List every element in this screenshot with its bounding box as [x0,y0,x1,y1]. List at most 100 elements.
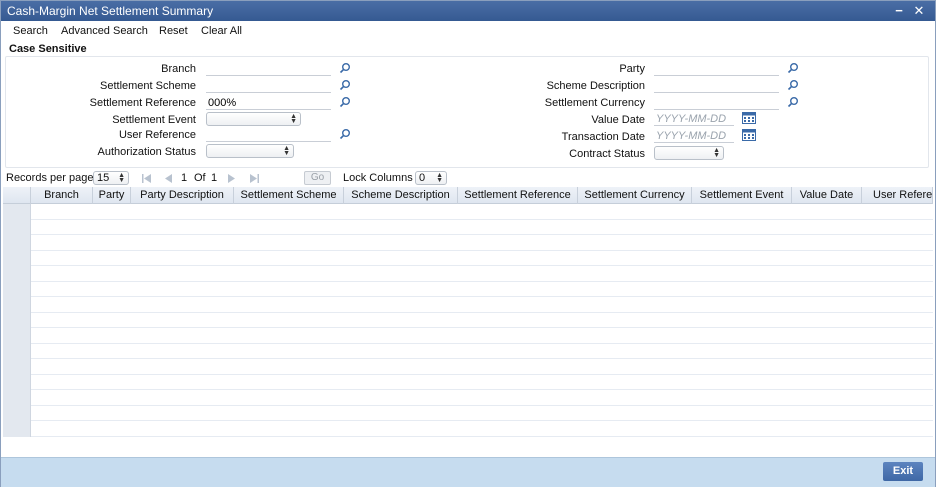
case-sensitive-heading: Case Sensitive [9,43,87,55]
table-row[interactable] [3,359,933,375]
exit-button[interactable]: Exit [883,462,923,481]
table-row[interactable] [3,405,933,421]
title-bar: Cash-Margin Net Settlement Summary − ✕ [1,1,935,21]
table-row[interactable] [3,421,933,437]
action-menu: Search Advanced Search Reset Clear All [1,22,935,40]
user-reference-field[interactable] [206,128,331,142]
settlement-scheme-field[interactable] [206,79,331,93]
table-row[interactable] [3,297,933,313]
go-button[interactable]: Go [304,171,331,185]
first-page-icon[interactable] [142,174,151,183]
column-header-settlement-reference[interactable]: Settlement Reference [458,187,578,204]
column-header-scheme-description[interactable]: Scheme Description [344,187,458,204]
column-header-branch[interactable]: Branch [31,187,93,204]
branch-field[interactable] [206,62,331,76]
transaction-date-field[interactable] [654,129,734,143]
table-row[interactable] [3,343,933,359]
row-selector[interactable] [3,359,31,375]
row-selector[interactable] [3,374,31,390]
records-per-page-label: Records per page [6,172,94,184]
value-date-field[interactable] [654,112,734,126]
row-selector[interactable] [3,312,31,328]
contract-status-select[interactable]: ▲ ▼ [654,146,724,160]
column-header-user-reference[interactable]: User Refere [862,187,933,204]
select-all-header[interactable] [3,187,31,204]
last-page-icon[interactable] [250,174,259,183]
transaction-date-label: Transaction Date [561,131,645,143]
lock-columns-select[interactable]: 0 ▲ ▼ [415,171,447,185]
column-header-value-date[interactable]: Value Date [792,187,862,204]
settlement-event-select[interactable]: ▲ ▼ [206,112,301,126]
table-row[interactable] [3,266,933,282]
search-menu-item[interactable]: Search [13,22,48,40]
records-per-page-value: 15 [97,172,110,184]
authorization-status-label: Authorization Status [97,146,196,158]
table-row[interactable] [3,328,933,344]
value-date-label: Value Date [591,114,645,126]
results-grid: Branch Party Party Description Settlemen… [3,187,933,437]
scheme-description-field[interactable] [654,79,779,93]
table-row[interactable] [3,281,933,297]
row-selector[interactable] [3,281,31,297]
column-header-settlement-event[interactable]: Settlement Event [692,187,792,204]
close-button[interactable]: ✕ [911,1,927,21]
settlement-reference-search-icon[interactable] [339,96,351,108]
previous-page-icon[interactable] [164,174,172,183]
records-per-page-select[interactable]: 15 ▲ ▼ [93,171,129,185]
table-row[interactable] [3,312,933,328]
table-row[interactable] [3,374,933,390]
column-header-settlement-currency[interactable]: Settlement Currency [578,187,692,204]
current-page-number: 1 [181,172,188,184]
user-reference-search-icon[interactable] [339,128,351,140]
settlement-reference-label: Settlement Reference [89,97,196,109]
settlement-currency-search-icon[interactable] [787,96,799,108]
select-arrows-icon: ▲ ▼ [290,113,297,125]
advanced-search-menu-item[interactable]: Advanced Search [61,22,148,40]
column-header-party-description[interactable]: Party Description [131,187,234,204]
minimize-button[interactable]: − [891,1,907,21]
party-field[interactable] [654,62,779,76]
of-label: Of [194,172,206,184]
settlement-currency-field[interactable] [654,96,779,110]
window-title: Cash-Margin Net Settlement Summary [7,4,214,18]
column-header-party[interactable]: Party [93,187,131,204]
value-date-calendar-icon[interactable] [742,112,756,124]
row-selector[interactable] [3,297,31,313]
scheme-description-search-icon[interactable] [787,79,799,91]
row-selector[interactable] [3,405,31,421]
table-row[interactable] [3,235,933,251]
row-selector[interactable] [3,219,31,235]
table-row[interactable] [3,390,933,406]
table-row[interactable] [3,204,933,220]
grid-header: Branch Party Party Description Settlemen… [3,187,933,204]
table-row[interactable] [3,250,933,266]
select-arrows-icon: ▲ ▼ [118,172,125,184]
settlement-scheme-search-icon[interactable] [339,79,351,91]
user-reference-label: User Reference [118,129,196,141]
transaction-date-calendar-icon[interactable] [742,129,756,141]
row-selector[interactable] [3,343,31,359]
row-selector[interactable] [3,421,31,437]
row-selector[interactable] [3,250,31,266]
settlement-reference-field[interactable] [206,96,331,110]
row-selector[interactable] [3,390,31,406]
row-selector[interactable] [3,204,31,220]
lock-columns-value: 0 [419,172,426,184]
row-selector[interactable] [3,266,31,282]
party-search-icon[interactable] [787,62,799,74]
summary-window: Cash-Margin Net Settlement Summary − ✕ S… [0,0,936,487]
table-row[interactable] [3,219,933,235]
clear-all-menu-item[interactable]: Clear All [201,22,242,40]
reset-menu-item[interactable]: Reset [159,22,188,40]
row-selector[interactable] [3,328,31,344]
row-selector[interactable] [3,235,31,251]
branch-search-icon[interactable] [339,62,351,74]
column-header-settlement-scheme[interactable]: Settlement Scheme [234,187,344,204]
select-arrows-icon: ▲ ▼ [436,172,443,184]
next-page-icon[interactable] [228,174,236,183]
select-arrows-icon: ▲ ▼ [283,145,290,157]
contract-status-label: Contract Status [569,148,645,160]
authorization-status-select[interactable]: ▲ ▼ [206,144,294,158]
branch-label: Branch [161,63,196,75]
party-label: Party [619,63,645,75]
